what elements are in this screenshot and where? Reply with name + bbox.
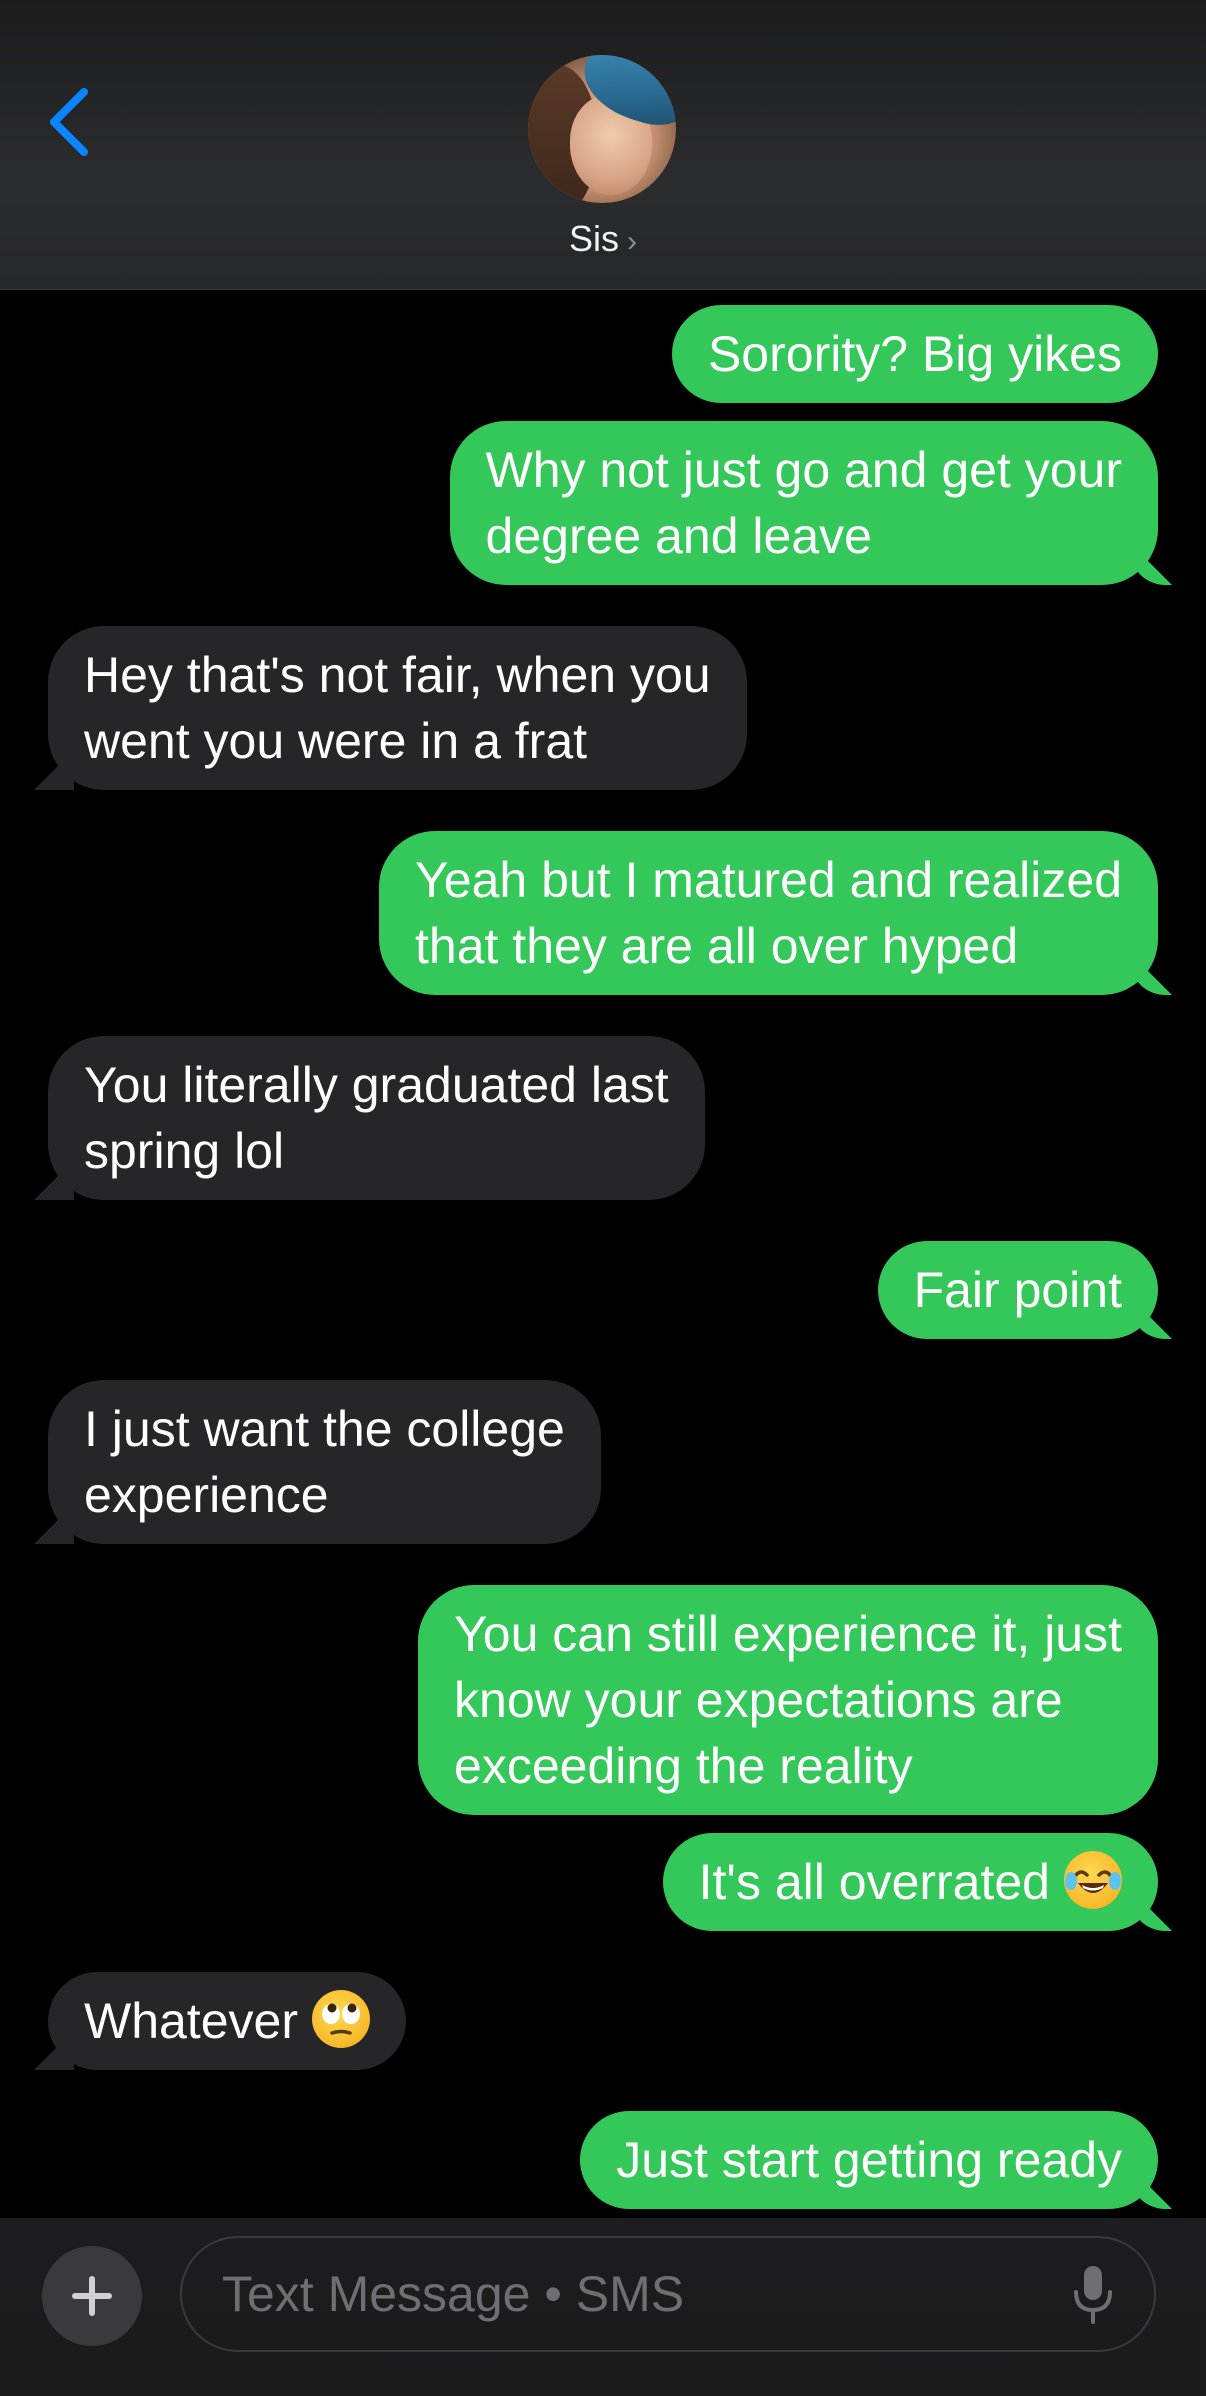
message-text-line: experience xyxy=(84,1467,329,1523)
received-message[interactable]: You literally graduated last spring lol xyxy=(48,1036,705,1200)
chevron-left-icon xyxy=(50,88,88,156)
dictation-button[interactable] xyxy=(1068,2262,1118,2328)
message-text: Sorority? Big yikes xyxy=(707,326,1122,382)
received-message[interactable]: I just want the college experience xyxy=(48,1380,601,1544)
message-text: It's all overrated xyxy=(698,1854,1050,1910)
contact-name: Sis xyxy=(568,218,619,259)
sent-message[interactable]: Why not just go and get your degree and … xyxy=(449,421,1158,585)
received-message[interactable]: Whatever xyxy=(48,1972,406,2070)
message-text-line: exceeding the reality xyxy=(454,1738,913,1794)
back-button[interactable] xyxy=(40,82,100,162)
add-attachment-button[interactable] xyxy=(42,2246,142,2346)
conversation-header: Sis › xyxy=(0,0,1206,290)
sent-message[interactable]: Sorority? Big yikes xyxy=(671,305,1158,403)
chevron-right-icon: › xyxy=(627,225,637,258)
message-text-line: I just want the college xyxy=(84,1401,565,1457)
message-text-line: You can still experience it, just xyxy=(454,1606,1122,1662)
message-text-line: You literally graduated last xyxy=(84,1057,669,1113)
message-text-line: Yeah but I matured and realized xyxy=(415,852,1122,908)
message-text: Just start getting ready xyxy=(616,2132,1122,2188)
sent-message[interactable]: It's all overrated xyxy=(662,1833,1158,1931)
message-text: Fair point xyxy=(913,1262,1122,1318)
contact-name-button[interactable]: Sis › xyxy=(0,218,1206,260)
message-text: Whatever xyxy=(84,1993,298,2049)
sent-message[interactable]: You can still experience it, just know y… xyxy=(418,1585,1158,1815)
face-with-rolling-eyes-icon xyxy=(311,1990,370,2048)
message-text-line: spring lol xyxy=(84,1123,285,1179)
message-text-line: degree and leave xyxy=(485,508,872,564)
sent-message[interactable]: Just start getting ready xyxy=(580,2111,1158,2209)
sent-message[interactable]: Fair point xyxy=(877,1241,1158,1339)
sent-message[interactable]: Yeah but I matured and realized that the… xyxy=(379,831,1158,995)
message-text-line: Hey that's not fair, when you xyxy=(84,647,711,703)
face-with-tears-of-joy-icon xyxy=(1064,1851,1122,1909)
message-input[interactable] xyxy=(180,2236,1156,2352)
received-message[interactable]: Hey that's not fair, when you went you w… xyxy=(48,626,747,790)
message-text-line: Why not just go and get your xyxy=(485,442,1122,498)
message-text-line: went you were in a frat xyxy=(84,713,588,769)
message-composer xyxy=(0,2218,1206,2396)
contact-avatar[interactable] xyxy=(528,55,676,203)
message-text-line: that they are all over hyped xyxy=(415,918,1019,974)
message-text-line: know your expectations are xyxy=(454,1672,1063,1728)
microphone-icon xyxy=(1074,2266,1112,2324)
